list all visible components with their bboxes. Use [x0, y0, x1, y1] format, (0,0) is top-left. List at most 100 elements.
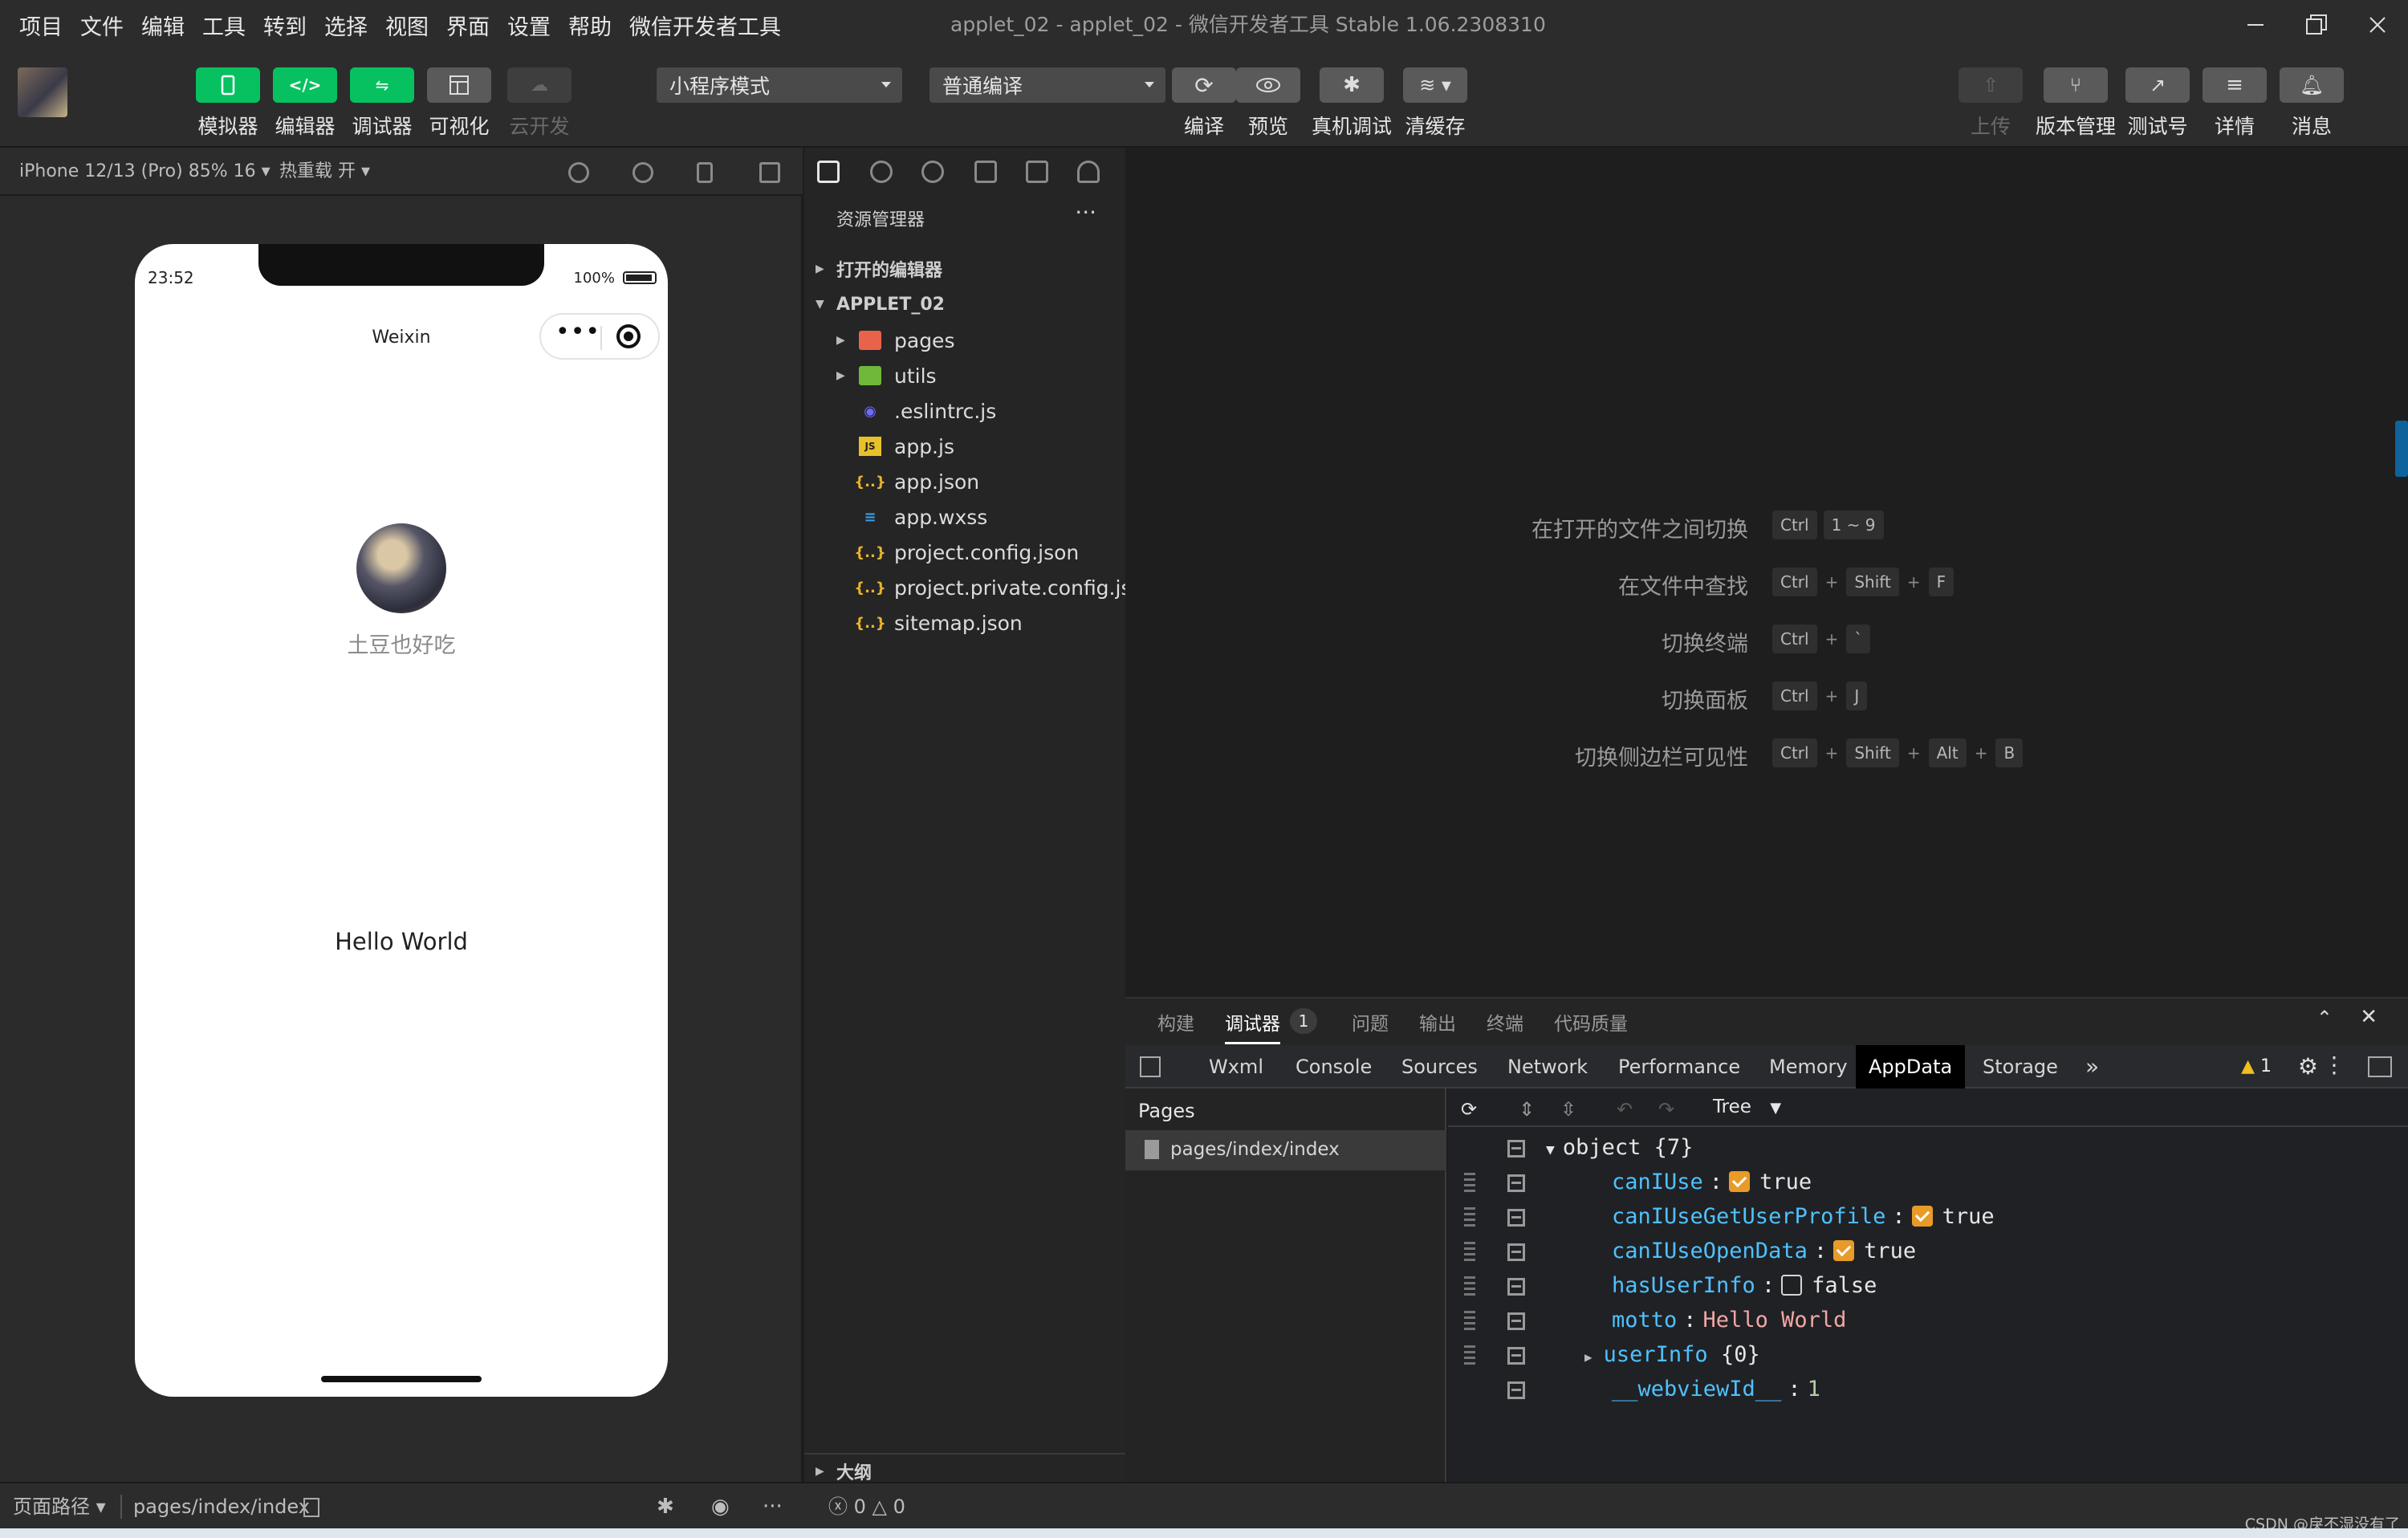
- menu-settings[interactable]: 设置: [507, 10, 551, 41]
- tab-storage[interactable]: Storage: [1970, 1045, 2071, 1088]
- eye-icon[interactable]: ◉: [711, 1483, 730, 1530]
- errors-warnings-count[interactable]: ⓧ 0 △ 0: [828, 1483, 905, 1530]
- tab-output[interactable]: 输出: [1419, 1008, 1456, 1036]
- menu-goto[interactable]: 转到: [263, 10, 307, 41]
- clear-cache-button[interactable]: ≋ ▾: [1403, 67, 1467, 103]
- test-account-button[interactable]: ↗: [2125, 67, 2190, 103]
- drag-handle-icon[interactable]: [1464, 1207, 1475, 1230]
- drag-handle-icon[interactable]: [1464, 1345, 1475, 1368]
- upload-button[interactable]: ⇧: [1959, 67, 2023, 103]
- drag-handle-icon[interactable]: [1464, 1276, 1475, 1299]
- tree-item-eslintrc[interactable]: ◉ .eslintrc.js: [804, 393, 1125, 429]
- copy-icon[interactable]: [303, 1498, 319, 1517]
- kebab-menu-icon[interactable]: ⋮: [2323, 1052, 2345, 1078]
- tree-row[interactable]: canIUseGetUserProfile: true: [1448, 1201, 2408, 1235]
- stop-icon[interactable]: [633, 162, 653, 183]
- visualize-toggle-button[interactable]: [427, 67, 491, 103]
- details-button[interactable]: ≡: [2203, 67, 2267, 103]
- open-editors-section[interactable]: ▶ 打开的编辑器: [804, 252, 1125, 286]
- version-button[interactable]: ⑂: [2044, 67, 2108, 103]
- tree-item-app-json[interactable]: {..} app.json: [804, 464, 1125, 499]
- checkbox-checked[interactable]: [1911, 1206, 1933, 1227]
- tab-problems[interactable]: 问题: [1352, 1008, 1389, 1036]
- drag-handle-icon[interactable]: [1464, 1173, 1475, 1195]
- outline-section[interactable]: ▶ 大纲: [804, 1453, 1125, 1485]
- dock-icon[interactable]: [2368, 1056, 2392, 1077]
- checkbox-checked[interactable]: [1729, 1171, 1751, 1192]
- gear-icon[interactable]: ⚙: [2298, 1053, 2318, 1080]
- more-tabs-icon[interactable]: »: [2072, 1045, 2112, 1088]
- refresh-icon[interactable]: ⟳: [1461, 1098, 1477, 1121]
- checkbox-unchecked[interactable]: [1781, 1275, 1803, 1296]
- collapse-icon[interactable]: [1507, 1278, 1525, 1296]
- tab-performance[interactable]: Performance: [1605, 1045, 1753, 1088]
- tab-wxml[interactable]: Wxml: [1196, 1045, 1276, 1088]
- tab-memory[interactable]: Memory: [1756, 1045, 1861, 1088]
- restore-button[interactable]: [2286, 0, 2347, 50]
- collapse-all-icon[interactable]: ⇳: [1560, 1098, 1576, 1121]
- tab-network[interactable]: Network: [1495, 1045, 1601, 1088]
- tree-row[interactable]: __webviewId__:1: [1448, 1373, 2408, 1408]
- tree-row[interactable]: canIUse: true: [1448, 1166, 2408, 1201]
- more-icon[interactable]: ···: [1075, 199, 1096, 226]
- tree-item-project-config[interactable]: {..} project.config.json: [804, 535, 1125, 570]
- inspect-icon[interactable]: [1140, 1056, 1161, 1077]
- collapse-icon[interactable]: [1507, 1312, 1525, 1330]
- tab-code-quality[interactable]: 代码质量: [1554, 1008, 1628, 1036]
- redo-icon[interactable]: ↷: [1658, 1098, 1674, 1121]
- warning-count[interactable]: ▲ 1: [2241, 1056, 2272, 1076]
- tree-row[interactable]: canIUseOpenData: true: [1448, 1235, 2408, 1270]
- menu-interface[interactable]: 界面: [446, 10, 490, 41]
- menu-view[interactable]: 视图: [385, 10, 429, 41]
- tree-item-pages[interactable]: ▶ pages: [804, 323, 1125, 358]
- tab-debugger[interactable]: 调试器: [1225, 1008, 1280, 1044]
- menu-tools[interactable]: 工具: [202, 10, 246, 41]
- menu-help[interactable]: 帮助: [568, 10, 612, 41]
- tab-console[interactable]: Console: [1283, 1045, 1385, 1088]
- tree-row[interactable]: hasUserInfo: false: [1448, 1270, 2408, 1304]
- chevron-right-icon[interactable]: ▶: [1584, 1349, 1592, 1365]
- tree-root-row[interactable]: ▼ object {7}: [1448, 1132, 2408, 1166]
- collapse-icon[interactable]: [1507, 1209, 1525, 1227]
- extensions-icon[interactable]: [974, 161, 997, 183]
- search-icon[interactable]: [870, 161, 893, 183]
- undo-icon[interactable]: ↶: [1617, 1098, 1633, 1121]
- menu-project[interactable]: 项目: [19, 10, 63, 41]
- storage-icon[interactable]: [1026, 161, 1048, 183]
- close-button[interactable]: [2347, 0, 2408, 50]
- tab-terminal[interactable]: 终端: [1487, 1008, 1523, 1036]
- files-icon[interactable]: [817, 161, 840, 183]
- tree-item-sitemap[interactable]: {..} sitemap.json: [804, 605, 1125, 641]
- compile-button[interactable]: ⟳: [1172, 67, 1236, 103]
- collapse-icon[interactable]: [1507, 1243, 1525, 1261]
- page-item[interactable]: pages/index/index: [1125, 1130, 1446, 1170]
- tree-item-app-js[interactable]: JS app.js: [804, 429, 1125, 464]
- tree-item-project-private-config[interactable]: {..} project.private.config.js...: [804, 570, 1150, 605]
- scroll-handle[interactable]: [2395, 421, 2408, 477]
- tab-sources[interactable]: Sources: [1389, 1045, 1491, 1088]
- data-value[interactable]: 1: [1808, 1377, 1820, 1402]
- source-control-icon[interactable]: [921, 161, 944, 183]
- expand-all-icon[interactable]: ⇕: [1519, 1098, 1535, 1121]
- remote-debug-button[interactable]: ✱: [1320, 67, 1384, 103]
- collapse-icon[interactable]: [1507, 1140, 1525, 1158]
- reload-icon[interactable]: [568, 162, 589, 183]
- tree-item-app-wxss[interactable]: ≡ app.wxss: [804, 499, 1125, 535]
- debugger-toggle-button[interactable]: ⇋: [350, 67, 414, 103]
- close-miniprogram-icon[interactable]: [616, 324, 641, 348]
- docker-icon[interactable]: [1077, 161, 1100, 183]
- close-icon[interactable]: ✕: [2360, 1005, 2377, 1029]
- cloud-button[interactable]: ☁: [507, 67, 571, 103]
- compile-mode-select[interactable]: 普通编译: [929, 67, 1165, 103]
- menu-file[interactable]: 文件: [80, 10, 124, 41]
- collapse-icon[interactable]: [1507, 1381, 1525, 1399]
- page-path-select[interactable]: 页面路径 ▾: [13, 1483, 106, 1530]
- drag-handle-icon[interactable]: [1464, 1311, 1475, 1333]
- more-dots-icon[interactable]: •••: [555, 318, 600, 346]
- menu-devtools[interactable]: 微信开发者工具: [629, 10, 781, 41]
- bug-icon[interactable]: ✱: [657, 1483, 674, 1530]
- data-value[interactable]: Hello World: [1703, 1308, 1847, 1333]
- mode-select[interactable]: 小程序模式: [657, 67, 902, 103]
- device-select[interactable]: iPhone 12/13 (Pro) 85% 16 ▾: [19, 148, 270, 196]
- user-avatar[interactable]: [18, 67, 67, 117]
